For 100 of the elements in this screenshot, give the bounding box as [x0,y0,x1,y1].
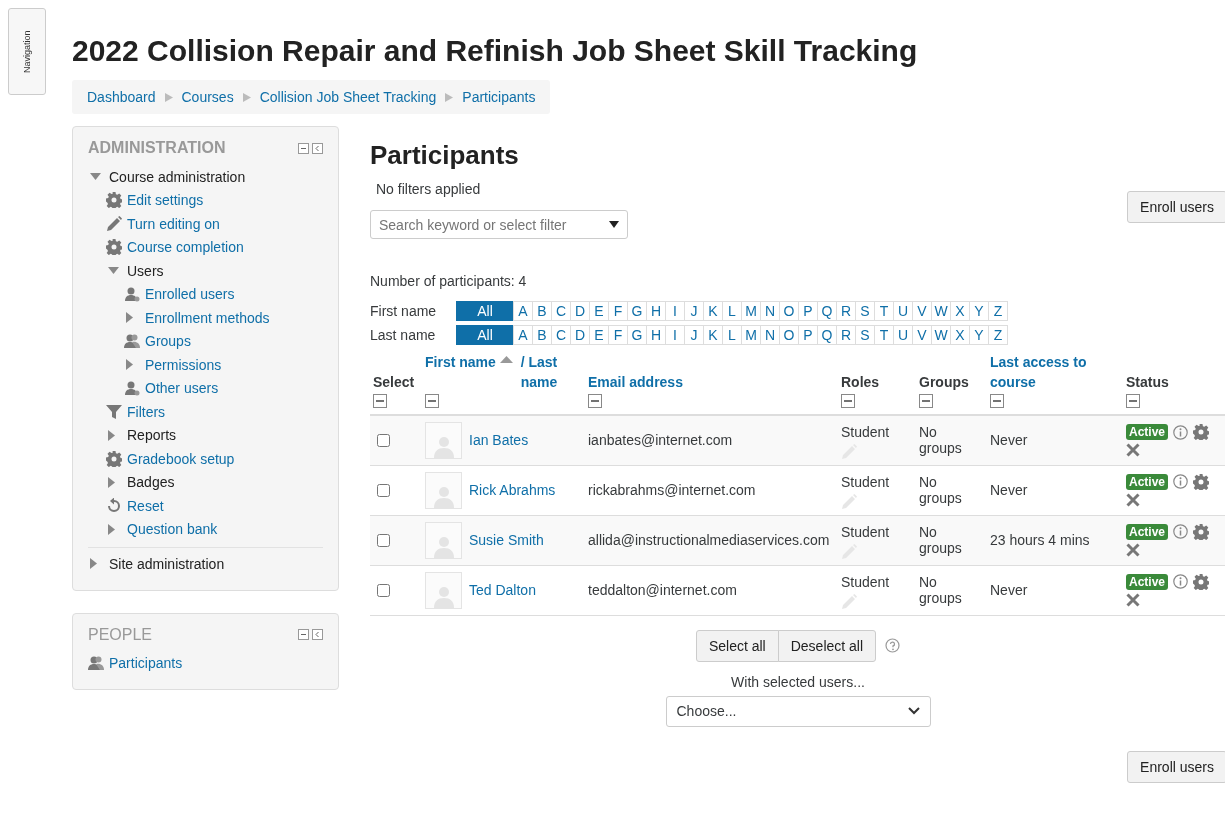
collapse-column-icon[interactable] [919,394,933,408]
initial-filter[interactable]: Z [988,325,1008,345]
breadcrumb-link[interactable]: Participants [462,89,536,105]
delete-icon[interactable] [1126,492,1140,507]
info-icon[interactable] [1173,574,1189,589]
initial-filter[interactable]: W [931,301,951,321]
row-checkbox[interactable] [377,483,390,497]
initial-filter[interactable]: B [532,325,552,345]
sidebar-item[interactable]: Enrollment methods [145,309,270,326]
sidebar-item[interactable]: Course administration [109,168,246,185]
column-header[interactable]: Last access to course [990,352,1115,392]
initial-filter[interactable]: All [456,301,514,321]
help-icon[interactable] [885,638,901,653]
initial-filter[interactable]: D [570,301,590,321]
initial-filter[interactable]: D [570,325,590,345]
settings-icon[interactable] [1193,424,1210,440]
initial-filter[interactable]: B [532,301,552,321]
row-checkbox[interactable] [377,583,390,597]
initial-filter[interactable]: Y [969,325,989,345]
settings-icon[interactable] [1193,573,1210,590]
initial-filter[interactable]: L [722,325,742,345]
initial-filter[interactable]: F [608,325,628,345]
initial-filter[interactable]: Y [969,301,989,321]
initial-filter[interactable]: R [836,325,856,345]
enroll-users-button[interactable]: Enroll users [1127,191,1225,223]
user-name-link[interactable]: Ian Bates [469,432,529,449]
collapse-column-icon[interactable] [425,394,439,408]
initial-filter[interactable]: W [931,325,951,345]
initial-filter[interactable]: C [551,301,571,321]
initial-filter[interactable]: R [836,301,856,321]
delete-icon[interactable] [1126,443,1140,457]
sidebar-item[interactable]: Filters [127,403,166,420]
initial-filter[interactable]: H [646,325,666,345]
sidebar-item[interactable]: Other users [145,380,219,397]
initial-filter[interactable]: All [456,325,514,345]
sidebar-item[interactable]: Gradebook setup [127,450,235,467]
breadcrumb-link[interactable]: Courses [181,89,234,105]
initial-filter[interactable]: M [741,325,761,345]
initial-filter[interactable]: V [912,301,932,321]
bulk-action-select[interactable]: Choose... [665,695,931,727]
initial-filter[interactable]: I [665,301,685,321]
initial-filter[interactable]: K [703,301,723,321]
settings-icon[interactable] [1193,473,1210,490]
initial-filter[interactable]: I [665,325,685,345]
column-header[interactable]: / Last name [520,352,569,392]
collapse-column-icon[interactable] [841,394,855,408]
initial-filter[interactable]: M [741,301,761,321]
sidebar-item[interactable]: Edit settings [127,192,204,209]
delete-icon[interactable] [1126,542,1140,557]
initial-filter[interactable]: A [513,325,533,345]
initial-filter[interactable]: X [950,301,970,321]
initial-filter[interactable]: Z [988,301,1008,321]
bulk-select-button[interactable]: Select all [695,629,779,662]
initial-filter[interactable]: U [893,301,913,321]
navigation-drawer-button[interactable]: Navigation [8,8,46,95]
initial-filter[interactable]: H [646,301,666,321]
initial-filter[interactable]: Q [817,301,837,321]
initial-filter[interactable]: X [950,325,970,345]
sidebar-item[interactable]: Question bank [127,521,218,538]
collapse-column-icon[interactable] [373,394,387,408]
initial-filter[interactable]: A [513,301,533,321]
sidebar-item[interactable]: Users [127,262,164,279]
info-icon[interactable] [1173,524,1189,539]
delete-icon[interactable] [1126,592,1140,607]
sidebar-item[interactable]: Participants [109,655,183,672]
initial-filter[interactable]: T [874,325,894,345]
user-name-link[interactable]: Ted Dalton [469,582,536,598]
initial-filter[interactable]: V [912,325,932,345]
sidebar-item[interactable]: Enrolled users [145,286,235,303]
collapse-column-icon[interactable] [588,394,602,408]
initial-filter[interactable]: E [589,325,609,345]
initial-filter[interactable]: E [589,301,609,321]
user-name-link[interactable]: Rick Abrahms [469,482,556,498]
initial-filter[interactable]: S [855,301,875,321]
search-field[interactable]: Search keyword or select filter [370,210,628,239]
info-icon[interactable] [1173,474,1189,489]
sidebar-item[interactable]: Reset [127,497,164,514]
initial-filter[interactable]: F [608,301,628,321]
sidebar-item[interactable]: Site administration [109,555,225,572]
initial-filter[interactable]: J [684,325,704,345]
collapse-column-icon[interactable] [1126,394,1140,408]
sidebar-item[interactable]: Turn editing on [127,215,220,232]
collapse-column-icon[interactable] [990,394,1004,408]
initial-filter[interactable]: N [760,325,780,345]
sidebar-item[interactable]: Course completion [127,239,244,256]
user-name-link[interactable]: Susie Smith [469,532,544,548]
sidebar-item[interactable]: Permissions [145,356,222,373]
initial-filter[interactable]: J [684,301,704,321]
initial-filter[interactable]: G [627,301,647,321]
initial-filter[interactable]: C [551,325,571,345]
settings-icon[interactable] [1193,523,1210,540]
sidebar-item[interactable]: Badges [127,474,175,491]
initial-filter[interactable]: G [627,325,647,345]
initial-filter[interactable]: Q [817,325,837,345]
initial-filter[interactable]: P [798,301,818,321]
breadcrumb-link[interactable]: Dashboard [87,89,156,105]
initial-filter[interactable]: S [855,325,875,345]
breadcrumb-link[interactable]: Collision Job Sheet Tracking [259,89,437,105]
enroll-users-button[interactable]: Enroll users [1127,750,1225,783]
sidebar-item[interactable]: Groups [145,333,191,350]
